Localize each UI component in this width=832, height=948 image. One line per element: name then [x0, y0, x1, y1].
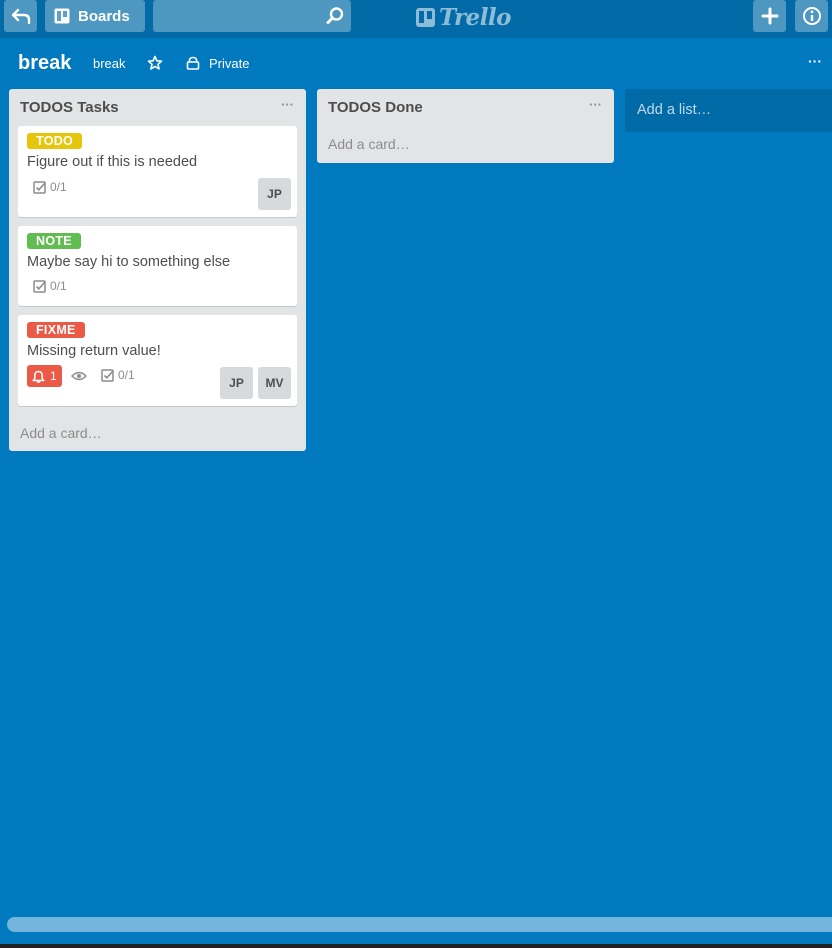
- list-menu-button[interactable]: ···: [281, 97, 294, 112]
- plus-icon: [761, 7, 778, 25]
- boards-icon: [54, 8, 70, 24]
- add-card-button[interactable]: Add a card…: [20, 425, 102, 441]
- trello-logo[interactable]: Trello: [416, 3, 512, 31]
- checklist-badge: 0/1: [33, 180, 67, 194]
- back-arrow-icon: [11, 8, 30, 25]
- search-input[interactable]: [153, 0, 318, 32]
- board-title[interactable]: break: [18, 52, 71, 75]
- card-label: FIXME: [27, 322, 85, 338]
- info-button[interactable]: [795, 0, 828, 32]
- board-team-link[interactable]: break: [93, 56, 126, 71]
- list-title[interactable]: TODOS Done: [328, 99, 423, 116]
- card[interactable]: NOTE Maybe say hi to something else 0/1: [18, 226, 297, 306]
- logo-text: Trello: [439, 3, 512, 31]
- info-icon: [802, 7, 821, 25]
- bottom-border: [0, 944, 832, 948]
- add-card-button[interactable]: Add a card…: [328, 136, 410, 152]
- card-title: Missing return value!: [27, 343, 161, 359]
- back-button[interactable]: [4, 0, 37, 32]
- checklist-icon: [101, 368, 114, 382]
- search-box: [153, 0, 351, 32]
- trello-logo-icon: [416, 7, 435, 27]
- list-title[interactable]: TODOS Tasks: [20, 99, 119, 116]
- member-avatar[interactable]: JP: [258, 178, 291, 210]
- lock-icon: [186, 56, 200, 70]
- member-avatar[interactable]: MV: [258, 367, 291, 399]
- card[interactable]: FIXME Missing return value! 1 0/1 JP MV: [18, 315, 297, 406]
- privacy-button[interactable]: Private: [209, 56, 249, 71]
- list-todos-done: TODOS Done ··· Add a card…: [317, 89, 614, 163]
- notification-badge: 1: [27, 365, 62, 387]
- checklist-count: 0/1: [50, 279, 67, 293]
- bell-icon: [32, 370, 45, 383]
- checklist-count: 0/1: [118, 368, 135, 382]
- add-list-label: Add a list…: [637, 102, 712, 118]
- horizontal-scrollbar[interactable]: [7, 917, 832, 932]
- add-list-button[interactable]: Add a list…: [625, 89, 832, 132]
- add-button[interactable]: [753, 0, 786, 32]
- member-avatar[interactable]: JP: [220, 367, 253, 399]
- card-label: NOTE: [27, 233, 81, 249]
- card[interactable]: TODO Figure out if this is needed 0/1 JP: [18, 126, 297, 217]
- checklist-badge: 0/1: [33, 279, 67, 293]
- search-icon[interactable]: [325, 6, 345, 26]
- star-icon[interactable]: [147, 55, 163, 71]
- board-menu-button[interactable]: ···: [808, 53, 822, 69]
- top-header: Boards Trello: [0, 0, 832, 38]
- card-title: Figure out if this is needed: [27, 154, 198, 170]
- boards-label: Boards: [78, 7, 130, 25]
- checklist-icon: [33, 180, 46, 194]
- card-title: Maybe say hi to something else: [27, 254, 231, 270]
- eye-icon: [71, 371, 87, 381]
- boards-button[interactable]: Boards: [45, 0, 145, 32]
- list-menu-button[interactable]: ···: [589, 97, 602, 112]
- checklist-count: 0/1: [50, 180, 67, 194]
- checklist-badge: 0/1: [101, 368, 135, 382]
- list-todos-tasks: TODOS Tasks ··· TODO Figure out if this …: [9, 89, 306, 451]
- checklist-icon: [33, 279, 46, 293]
- notification-count: 1: [50, 369, 57, 383]
- card-label: TODO: [27, 133, 83, 149]
